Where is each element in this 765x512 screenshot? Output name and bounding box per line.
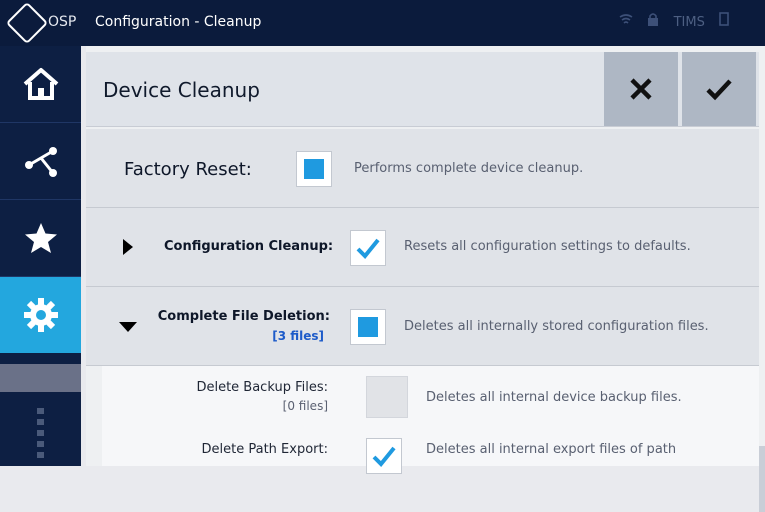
app-name: OSP [48, 14, 77, 30]
delete-backup-files-label: Delete Backup Files: [196, 380, 328, 395]
factory-reset-description: Performs complete device cleanup. [354, 161, 584, 176]
complete-file-deletion-count: [3 files] [272, 329, 324, 343]
checkmark-icon [372, 446, 396, 467]
configuration-cleanup-checkbox[interactable] [350, 230, 386, 266]
delete-backup-files-checkbox[interactable] [366, 376, 408, 418]
drag-handle-icon[interactable] [37, 408, 44, 460]
scrollbar[interactable] [759, 446, 765, 512]
page-title: Device Cleanup [103, 78, 260, 102]
delete-path-export-description: Deletes all internal export files of pat… [426, 442, 677, 457]
configuration-cleanup-description: Resets all configuration settings to def… [404, 239, 691, 254]
delete-backup-files-description: Deletes all internal device backup files… [426, 390, 682, 405]
wifi-icon [619, 14, 637, 30]
sidebar-item-settings[interactable] [0, 277, 81, 353]
caret-right-icon[interactable] [122, 238, 134, 256]
check-icon [706, 79, 732, 101]
sidebar [0, 46, 81, 466]
checkbox-filled-indicator [358, 317, 378, 337]
lock-icon [647, 13, 663, 30]
factory-reset-checkbox[interactable] [296, 151, 332, 187]
rohde-schwarz-logo-icon [5, 1, 49, 45]
complete-file-deletion-checkbox[interactable] [350, 309, 386, 345]
complete-file-deletion-description: Deletes all internally stored configurat… [404, 319, 709, 334]
sidebar-item-home[interactable] [0, 46, 81, 122]
title-bar: OSP Configuration - Cleanup TIMS [0, 0, 765, 46]
gear-icon [23, 298, 58, 332]
factory-reset-row: Factory Reset: Performs complete device … [86, 129, 759, 208]
home-icon [23, 68, 58, 100]
factory-reset-label: Factory Reset: [124, 159, 252, 180]
sidebar-spacer [0, 364, 81, 392]
cancel-button[interactable] [604, 52, 678, 126]
configuration-cleanup-row: Configuration Cleanup: Resets all config… [86, 208, 759, 287]
confirm-button[interactable] [682, 52, 756, 126]
sidebar-item-favorites[interactable] [0, 200, 81, 276]
complete-file-deletion-row: Complete File Deletion: [3 files] Delete… [86, 287, 759, 366]
configuration-cleanup-label: Configuration Cleanup: [164, 239, 334, 254]
status-tims: TIMS [673, 15, 705, 30]
status-area: TIMS [609, 12, 729, 30]
checkbox-filled-indicator [304, 159, 324, 179]
delete-path-export-label: Delete Path Export: [201, 442, 328, 457]
connections-icon [24, 147, 57, 177]
star-icon [24, 223, 57, 253]
sidebar-item-connections[interactable] [0, 123, 81, 199]
file-deletion-subsection: Delete Backup Files: [0 files] Deletes a… [102, 366, 759, 474]
delete-path-export-checkbox[interactable] [366, 438, 402, 474]
delete-backup-files-count: [0 files] [282, 399, 328, 413]
window-icon [719, 12, 729, 30]
window-title: Configuration - Cleanup [95, 14, 262, 30]
main-content: Device Cleanup Factory Reset: Performs c… [86, 46, 765, 512]
checkmark-icon [356, 238, 380, 259]
page-header: Device Cleanup [86, 52, 759, 127]
close-icon [630, 78, 652, 100]
complete-file-deletion-label: Complete File Deletion: [157, 309, 330, 324]
